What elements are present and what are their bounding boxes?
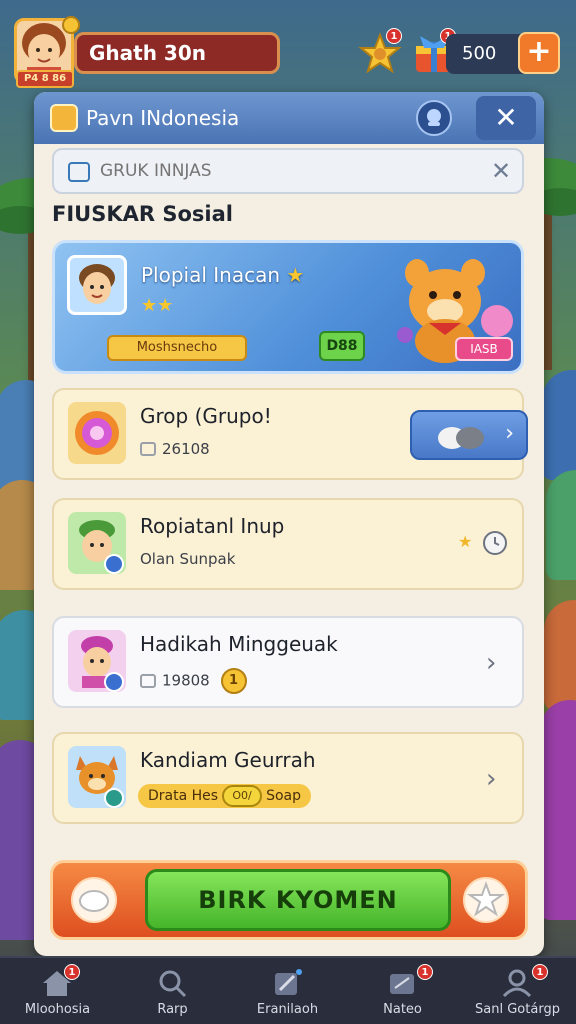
background-character xyxy=(542,370,576,480)
add-currency-button[interactable]: + xyxy=(518,32,560,74)
star-icon: ★ xyxy=(458,532,473,551)
nav-badge: 1 xyxy=(532,964,548,980)
section-title: FIUSKAR Sosial xyxy=(52,202,233,226)
card-title: Hadikah Minggeuak xyxy=(140,632,338,656)
nav-label: Eranilaoh xyxy=(256,1002,319,1017)
search-icon xyxy=(68,162,90,182)
girl-pink-hat-icon xyxy=(68,630,126,692)
boy-green-hat-icon xyxy=(68,512,126,574)
clear-search-button[interactable]: ✕ xyxy=(488,158,514,184)
coin-icon: 1 xyxy=(220,668,247,694)
card-subtitle-text: 19808 xyxy=(162,671,210,690)
mascot-label: IASB xyxy=(455,337,513,361)
nav-item-profile[interactable]: 1 Sanl Gotárgp xyxy=(460,958,575,1024)
featured-avatar xyxy=(67,255,127,315)
rating-stars: ★★ xyxy=(141,295,174,316)
chevron-right-icon: › xyxy=(505,421,514,446)
nav-label: Mloohosia xyxy=(24,1002,91,1017)
list-item[interactable]: Grop (Grupo! 26108 › xyxy=(52,388,528,480)
edit-icon xyxy=(275,969,302,995)
nav-item-home[interactable]: 1 Mloohosia xyxy=(0,958,115,1024)
reward-label-a: Drata Hes xyxy=(148,788,219,804)
player-badge: P4 8 86 xyxy=(16,70,74,88)
background-character xyxy=(544,600,576,710)
chevron-right-icon[interactable]: › xyxy=(486,648,496,678)
background-character xyxy=(546,470,576,580)
featured-title-text: Plopial Inacan xyxy=(141,263,281,287)
level-coin-icon xyxy=(62,16,80,34)
featured-card[interactable]: Plopial Inacan ★ ★★ Moshsnecho D88 IASB xyxy=(52,240,524,374)
card-title: Kandiam Geurrah xyxy=(140,748,316,772)
featured-title: Plopial Inacan ★ xyxy=(141,263,304,287)
social-panel: Pavn INdonesia ✕ ✕ FIUSKAR Sosial Plopia xyxy=(34,92,544,956)
cloud-icon xyxy=(438,427,484,449)
panel-header: Pavn INdonesia ✕ xyxy=(34,92,544,144)
list-item[interactable]: Hadikah Minggeuak 19808 1 › xyxy=(52,616,524,708)
primary-action-button[interactable]: BIRK KYOMEN xyxy=(145,869,451,931)
nav-item-search[interactable]: Rarp xyxy=(115,958,230,1024)
search-input[interactable] xyxy=(100,150,460,192)
nav-label: Nateo xyxy=(383,1002,422,1017)
panel-title: Pavn INdonesia xyxy=(86,106,240,130)
star-side-icon xyxy=(463,877,509,923)
info-icon xyxy=(427,109,441,126)
bottom-nav: 1 Mloohosia Rarp Eranilaoh 1 Nateo 1 San… xyxy=(0,956,576,1024)
quest-notification-badge: 1 xyxy=(386,28,402,44)
top-hud: P4 8 86 Ghath 30n 1 1 500 + xyxy=(0,0,576,96)
title-star-icon: ★ xyxy=(286,263,305,287)
card-subtitle: Olan Sunpak xyxy=(140,550,236,568)
card-title: Ropiatanl Inup xyxy=(140,514,285,538)
list-item[interactable]: Kandiam Geurrah Drata Hes O0/Soap › xyxy=(52,732,524,824)
chevron-right-icon[interactable]: › xyxy=(486,764,496,794)
join-button[interactable]: › xyxy=(410,410,528,460)
fox-mascot-icon xyxy=(68,746,126,808)
player-name[interactable]: Ghath 30n xyxy=(74,32,280,74)
close-button[interactable]: ✕ xyxy=(476,96,536,140)
profile-icon xyxy=(502,969,532,998)
members-icon xyxy=(140,673,156,688)
cloud-icon xyxy=(79,890,109,912)
nav-label: Sanl Gotárgp xyxy=(475,1002,560,1017)
search-bar[interactable]: ✕ xyxy=(52,148,524,194)
card-subtitle: 26108 xyxy=(140,440,210,458)
members-icon xyxy=(140,442,156,456)
flower-gem-icon xyxy=(68,402,126,464)
card-title: Grop (Grupo! xyxy=(140,404,272,428)
nav-item-notes[interactable]: 1 Nateo xyxy=(345,958,460,1024)
card-subtitle-text: 26108 xyxy=(162,440,210,458)
featured-tag: Moshsnecho xyxy=(107,335,247,361)
card-subtitle: 19808 1 xyxy=(140,668,247,694)
quest-star-button[interactable]: 1 xyxy=(358,28,402,76)
nav-badge: 1 xyxy=(417,964,433,980)
star-icon xyxy=(466,881,506,917)
search-icon xyxy=(159,970,187,998)
notes-icon xyxy=(390,974,414,994)
nav-badge: 1 xyxy=(64,964,80,980)
coin-pill-icon: O0/ xyxy=(222,785,263,807)
card-reward-tag: Drata Hes O0/Soap xyxy=(138,784,311,808)
nav-label: Rarp xyxy=(157,1002,188,1017)
featured-count-badge: D88 xyxy=(319,331,365,361)
background-character xyxy=(540,700,576,920)
help-button[interactable] xyxy=(416,100,452,136)
clock-icon[interactable] xyxy=(482,530,508,556)
nav-item-edit[interactable]: Eranilaoh xyxy=(230,958,345,1024)
cloud-side-icon xyxy=(71,877,117,923)
notebook-icon xyxy=(50,104,78,132)
action-bar: BIRK KYOMEN xyxy=(50,860,528,940)
boy-face-icon xyxy=(79,264,115,304)
list-item[interactable]: Ropiatanl Inup Olan Sunpak ★ xyxy=(52,498,524,590)
reward-label-b: Soap xyxy=(266,788,301,804)
